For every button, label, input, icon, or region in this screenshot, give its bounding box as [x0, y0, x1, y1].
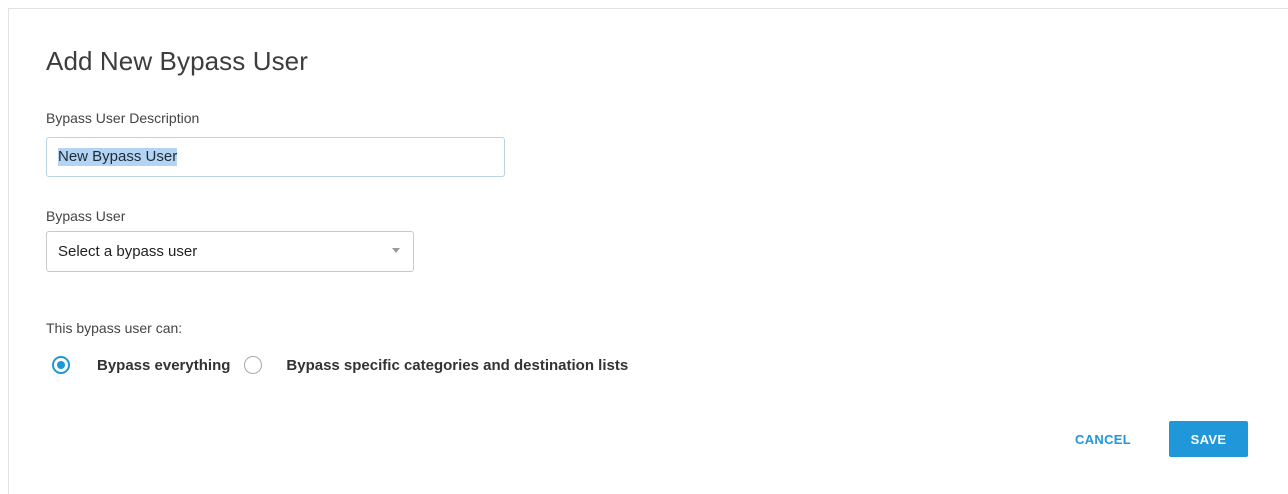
add-bypass-user-panel: Add New Bypass User Bypass User Descript… [8, 8, 1288, 494]
radio-selected-dot-icon [57, 361, 65, 369]
page-title: Add New Bypass User [46, 46, 309, 76]
radio-bypass-everything-label[interactable]: Bypass everything [97, 357, 230, 374]
description-label: Bypass User Description [46, 110, 200, 126]
bypass-user-select-value: Select a bypass user [58, 243, 198, 260]
description-input[interactable]: New Bypass User [46, 137, 505, 177]
chevron-down-icon [392, 248, 400, 253]
radio-bypass-everything[interactable] [52, 356, 70, 374]
radio-bypass-specific-label[interactable]: Bypass specific categories and destinati… [286, 357, 628, 374]
radio-bypass-specific[interactable] [244, 356, 263, 374]
cancel-button[interactable]: CANCEL [1075, 432, 1131, 447]
permissions-radio-group: Bypass everything Bypass specific catego… [52, 353, 628, 377]
bypass-user-select[interactable]: Select a bypass user [46, 231, 414, 272]
permissions-label: This bypass user can: [46, 320, 183, 336]
save-button[interactable]: SAVE [1169, 421, 1248, 457]
description-input-value: New Bypass User [58, 148, 178, 166]
bypass-user-label: Bypass User [46, 208, 126, 224]
